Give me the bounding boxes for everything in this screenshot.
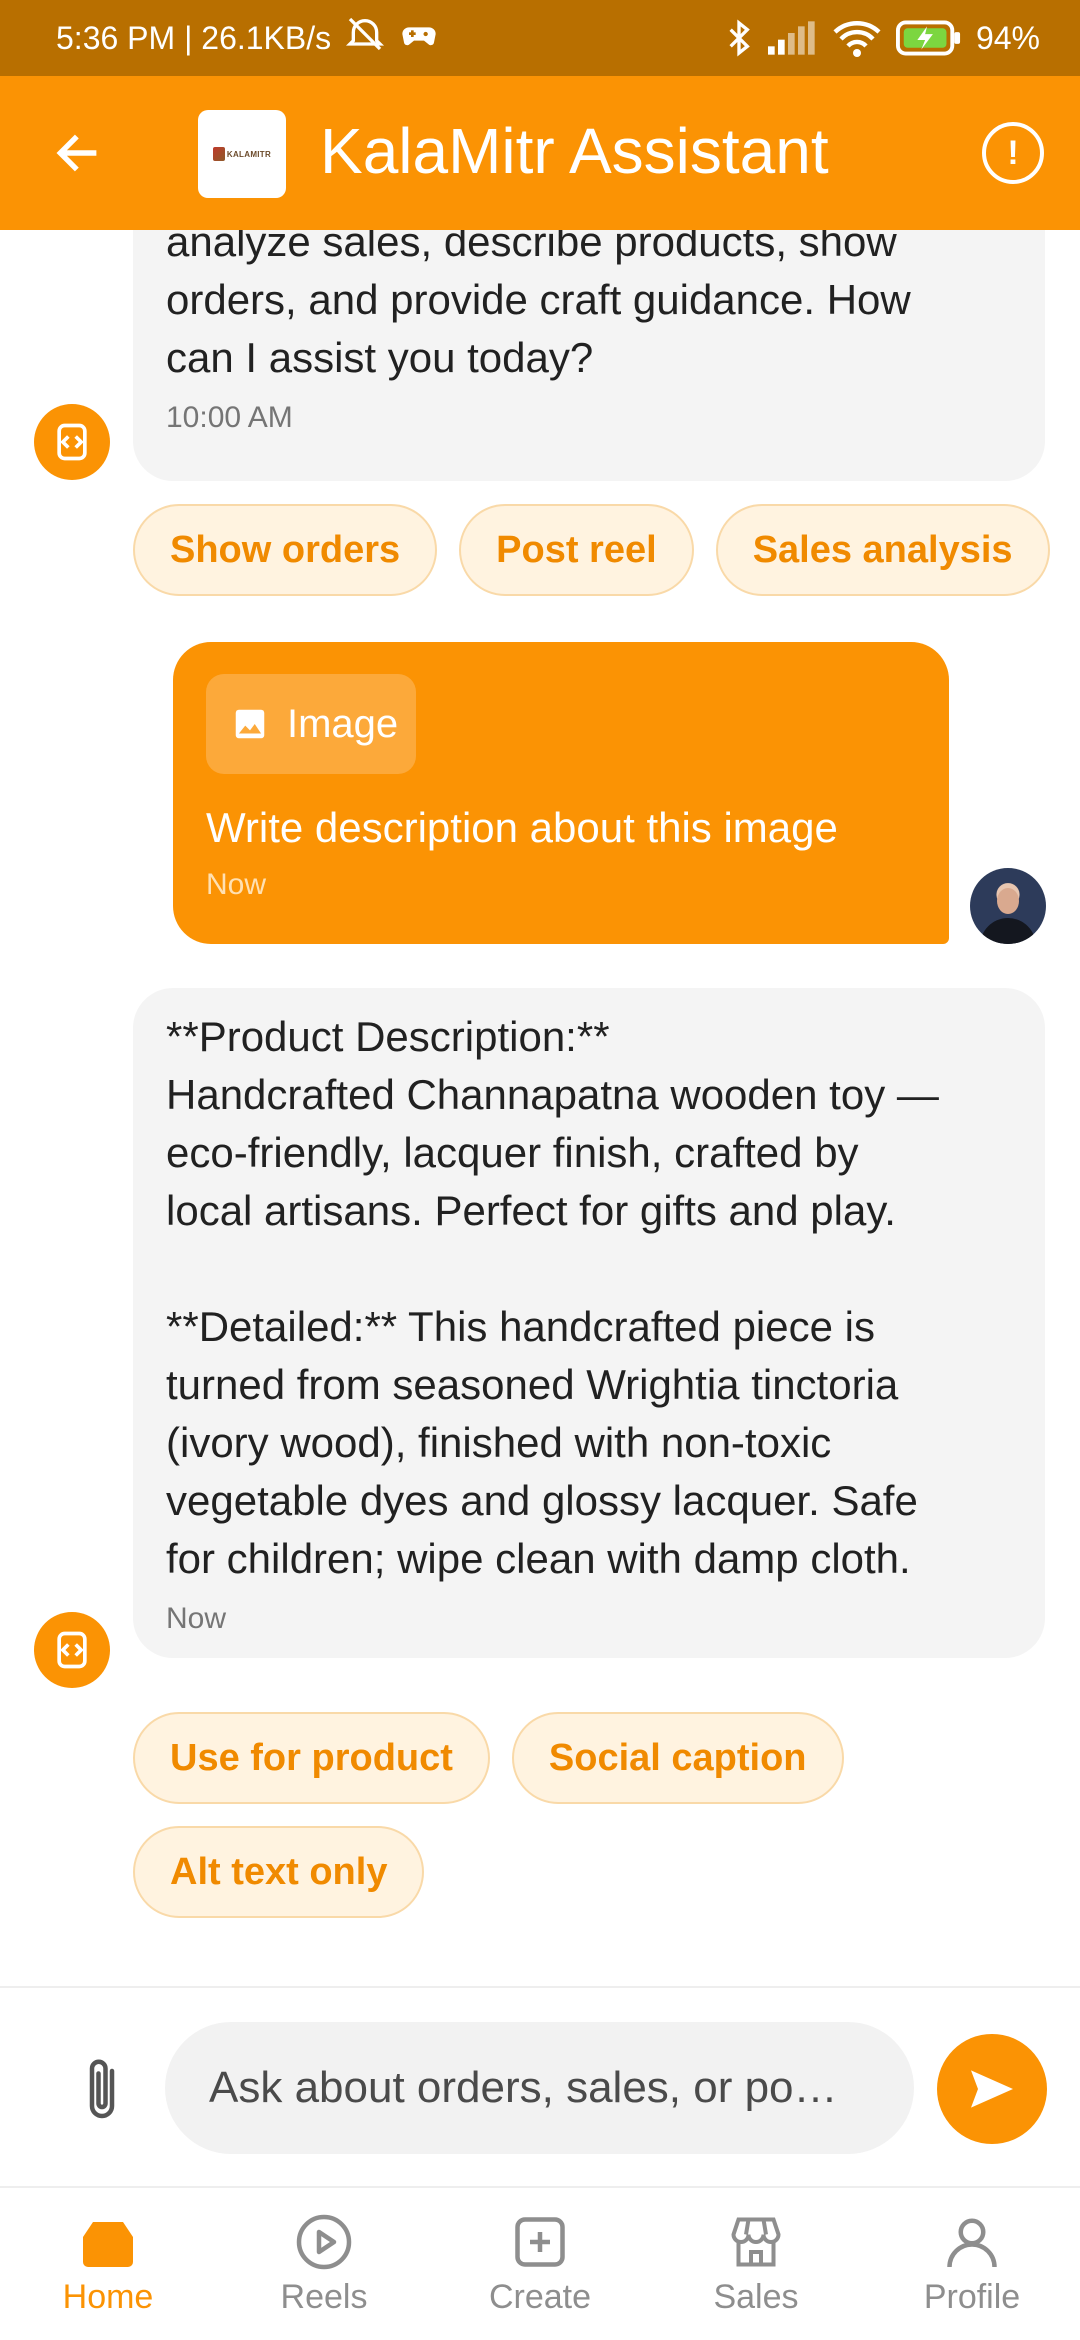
nav-sales[interactable]: Sales xyxy=(648,2188,864,2340)
battery-charging-icon xyxy=(895,20,962,56)
message-time: 10:00 AM xyxy=(166,401,293,434)
logo-text: KALAMITR xyxy=(226,149,272,159)
info-button[interactable]: ! xyxy=(982,122,1044,184)
battery-percent: 94% xyxy=(975,19,1040,56)
quick-replies: Use for product Social caption Alt text … xyxy=(133,1712,973,1918)
bot-avatar xyxy=(34,1612,110,1688)
game-controller-icon xyxy=(399,14,439,62)
user-message-text: Write description about this image xyxy=(206,804,838,851)
message-time: Now xyxy=(166,1602,227,1635)
status-right: 94% xyxy=(724,18,1040,58)
paperclip-icon xyxy=(89,2059,115,2119)
page-title: KalaMitr Assistant xyxy=(320,115,829,187)
home-icon xyxy=(76,2210,140,2274)
bot-icon xyxy=(57,423,87,461)
attach-button[interactable] xyxy=(72,2056,132,2126)
composer xyxy=(0,1986,1080,2186)
signal-icon xyxy=(767,20,818,56)
image-attachment[interactable]: Image xyxy=(206,674,416,774)
person-icon xyxy=(940,2210,1004,2274)
quick-replies: Show orders Post reel Sales analysis xyxy=(133,504,1053,596)
nav-label: Reels xyxy=(280,2278,368,2316)
alarm-off-icon xyxy=(345,14,385,62)
nav-home[interactable]: Home xyxy=(0,2188,216,2340)
bot-message: analyze sales, describe products, show o… xyxy=(133,230,1045,481)
chip-sales-analysis[interactable]: Sales analysis xyxy=(715,504,1050,596)
chip-alt-text-only[interactable]: Alt text only xyxy=(133,1826,425,1918)
chip-social-caption[interactable]: Social caption xyxy=(511,1712,844,1804)
status-time-speed: 5:36 PM | 26.1KB/s xyxy=(56,19,332,56)
bottom-nav: Home Reels Create Sales Profile xyxy=(0,2186,1080,2340)
nav-label: Sales xyxy=(713,2278,799,2316)
add-box-icon xyxy=(508,2210,572,2274)
nav-label: Home xyxy=(62,2278,154,2316)
status-bar: 5:36 PM | 26.1KB/s 94% xyxy=(0,0,1080,76)
send-icon xyxy=(971,2070,1013,2108)
info-icon: ! xyxy=(1007,133,1019,172)
app-bar: KALAMITR KalaMitr Assistant ! xyxy=(0,76,1080,230)
chat-list[interactable]: analyze sales, describe products, show o… xyxy=(0,230,1080,1986)
app-root: 5:36 PM | 26.1KB/s 94% KALAMITR KalaMitr… xyxy=(0,0,1080,2340)
status-left: 5:36 PM | 26.1KB/s xyxy=(56,14,439,62)
nav-label: Profile xyxy=(923,2278,1021,2316)
send-button[interactable] xyxy=(937,2034,1047,2144)
user-avatar xyxy=(970,868,1046,944)
chip-post-reel[interactable]: Post reel xyxy=(459,504,694,596)
app-logo: KALAMITR xyxy=(198,110,286,198)
chip-use-for-product[interactable]: Use for product xyxy=(133,1712,490,1804)
message-input[interactable] xyxy=(165,2022,914,2154)
arrow-left-icon xyxy=(56,134,97,172)
bot-message: **Product Description:** Handcrafted Cha… xyxy=(133,988,1045,1658)
chip-show-orders[interactable]: Show orders xyxy=(133,504,438,596)
bot-message-text: **Product Description:** Handcrafted Cha… xyxy=(166,1013,939,1582)
bluetooth-icon xyxy=(724,18,754,58)
storefront-icon xyxy=(724,2210,788,2274)
image-icon xyxy=(235,709,265,739)
back-button[interactable] xyxy=(46,122,108,184)
nav-label: Create xyxy=(488,2278,592,2316)
wifi-icon xyxy=(832,18,882,58)
bot-message-text: analyze sales, describe products, show o… xyxy=(166,230,911,381)
user-message: Image Write description about this image… xyxy=(173,642,949,944)
nav-create[interactable]: Create xyxy=(432,2188,648,2340)
bot-avatar xyxy=(34,404,110,480)
play-circle-icon xyxy=(292,2210,356,2274)
bot-icon xyxy=(57,1631,87,1669)
logo-mark xyxy=(212,147,225,161)
attachment-label: Image xyxy=(287,701,399,746)
nav-profile[interactable]: Profile xyxy=(864,2188,1080,2340)
nav-reels[interactable]: Reels xyxy=(216,2188,432,2340)
message-time: Now xyxy=(206,868,267,901)
